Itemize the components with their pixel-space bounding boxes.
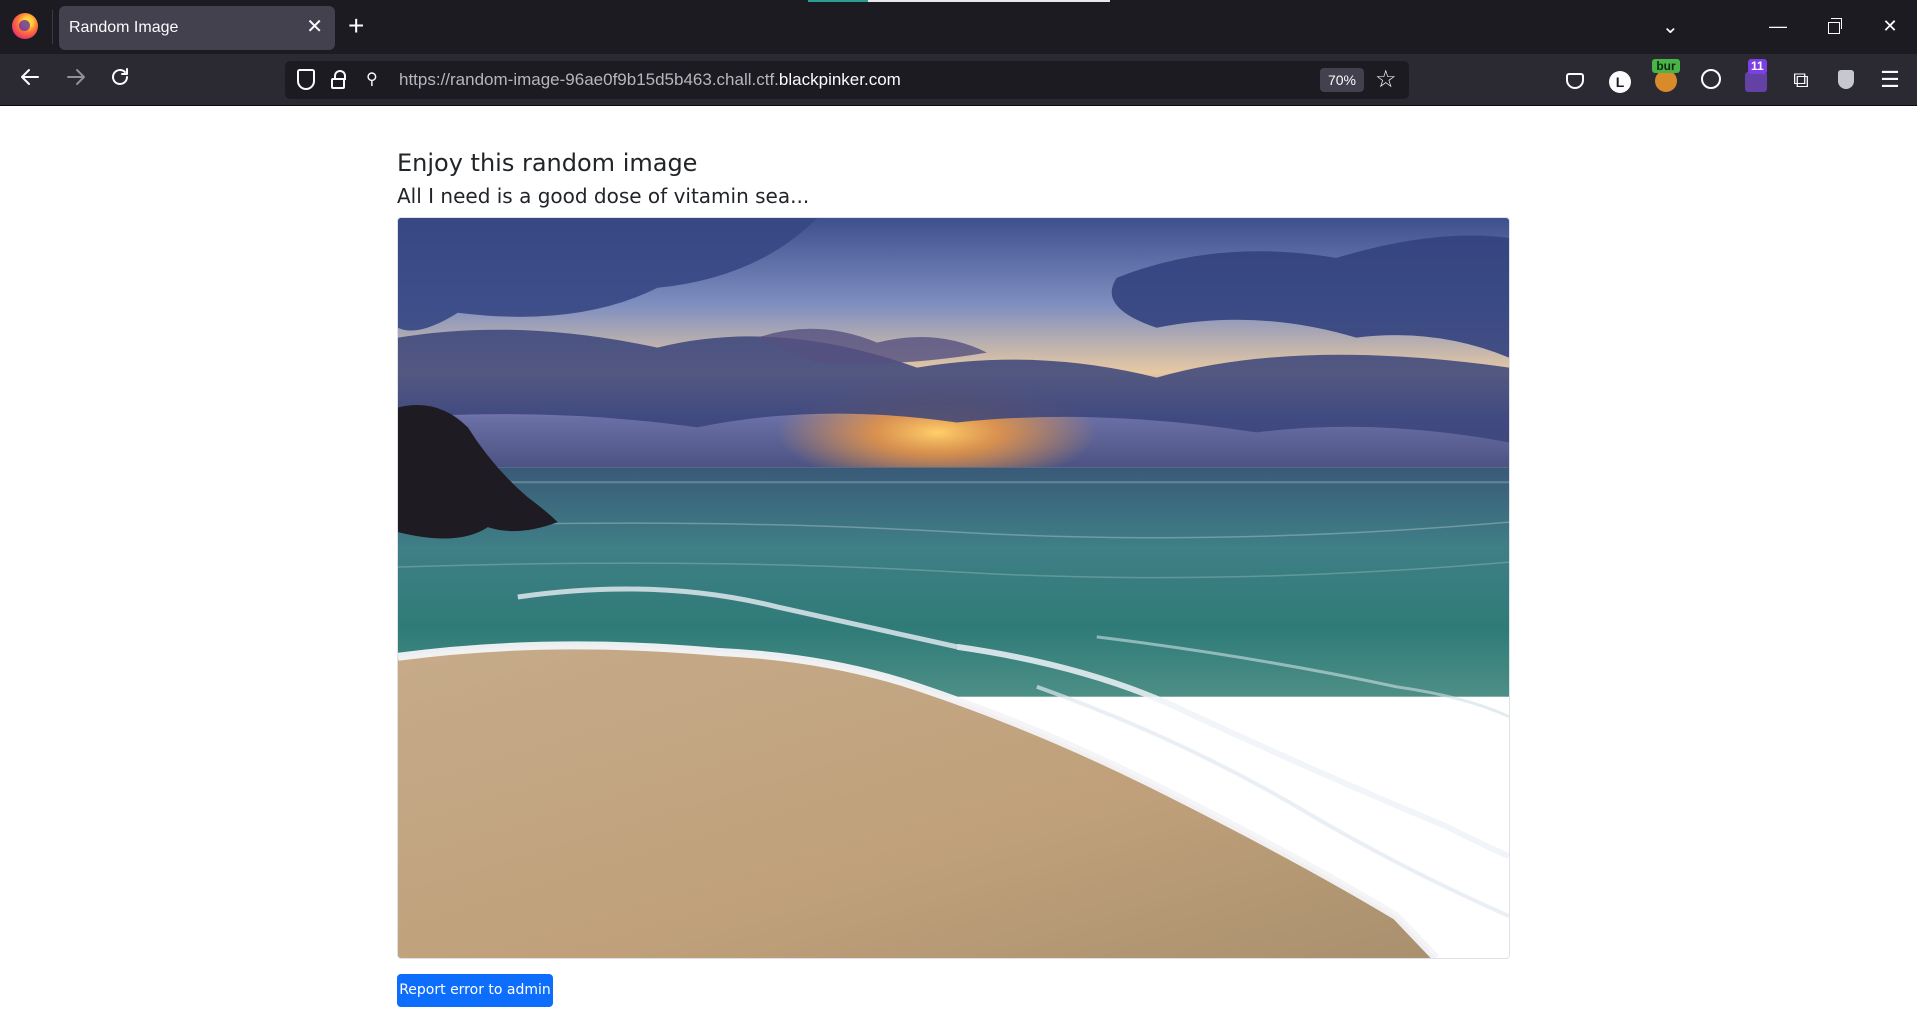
close-tab-icon[interactable]: ✕	[306, 15, 323, 39]
url-prefix: https://random-image-96ae0f9b15d5b463.ch…	[399, 70, 779, 89]
address-bar[interactable]: ⚲ https://random-image-96ae0f9b15d5b463.…	[285, 61, 1409, 99]
pocket-button[interactable]	[1561, 66, 1589, 94]
page-subtitle: All I need is a good dose of vitamin sea…	[397, 184, 810, 208]
firefox-logo-icon[interactable]	[12, 13, 38, 39]
window-close-button[interactable]: ✕	[1870, 10, 1910, 42]
loading-indicator	[808, 0, 868, 2]
random-beach-image	[397, 217, 1510, 959]
lock-icon[interactable]	[331, 70, 346, 89]
account-avatar: L	[1609, 71, 1631, 93]
cookie-icon	[1701, 69, 1721, 89]
tab-title: Random Image	[69, 19, 179, 36]
window-restore-button[interactable]	[1814, 10, 1854, 42]
tab-strip: Random Image ✕ + ⌄ — ✕	[0, 0, 1917, 54]
page-content: Enjoy this random image All I need is a …	[0, 106, 1917, 1013]
permissions-icon[interactable]: ⚲	[366, 69, 378, 91]
pocket-icon	[1566, 73, 1584, 89]
ublock-shield-icon	[1838, 70, 1854, 89]
arrow-right-icon	[67, 69, 85, 85]
page-title: Enjoy this random image	[397, 149, 698, 177]
tab-separator	[52, 10, 53, 44]
tab-random-image[interactable]: Random Image ✕	[59, 6, 335, 50]
new-tab-button[interactable]: +	[348, 10, 364, 42]
loading-indicator-track	[868, 0, 1110, 2]
extensions-puzzle-icon[interactable]: ⧉	[1787, 66, 1815, 94]
tracking-protection-shield-icon[interactable]	[297, 69, 315, 90]
window-minimize-button[interactable]: —	[1758, 10, 1798, 42]
beach-sunset-photo	[398, 218, 1509, 958]
ublock-extension-button[interactable]	[1832, 66, 1860, 94]
forward-button[interactable]	[60, 65, 92, 95]
url-domain: blackpinker.com	[778, 70, 901, 89]
account-button[interactable]: L	[1606, 66, 1634, 94]
reload-button[interactable]	[104, 65, 136, 95]
cookie-extension-button[interactable]	[1697, 66, 1725, 94]
url-text[interactable]: https://random-image-96ae0f9b15d5b463.ch…	[399, 70, 901, 90]
reload-icon	[112, 68, 128, 85]
restore-icon	[1828, 18, 1842, 34]
back-button[interactable]	[14, 65, 46, 95]
arrow-left-icon	[21, 69, 39, 85]
twitch-icon	[1745, 72, 1767, 92]
navigation-toolbar: ⚲ https://random-image-96ae0f9b15d5b463.…	[0, 54, 1917, 106]
burp-icon	[1655, 70, 1677, 92]
zoom-level-button[interactable]: 70%	[1320, 68, 1364, 92]
report-error-button[interactable]: Report error to admin	[397, 974, 553, 1007]
twitch-extension-button[interactable]: 11	[1742, 59, 1770, 94]
burp-label-badge: bur	[1652, 59, 1680, 73]
burp-extension-button[interactable]: bur	[1652, 59, 1680, 94]
twitch-count-badge: 11	[1748, 59, 1767, 74]
list-all-tabs-chevron-down-icon[interactable]: ⌄	[1662, 14, 1679, 39]
bookmark-star-icon[interactable]: ☆	[1375, 67, 1397, 93]
hamburger-menu-icon[interactable]: ☰	[1876, 66, 1904, 94]
